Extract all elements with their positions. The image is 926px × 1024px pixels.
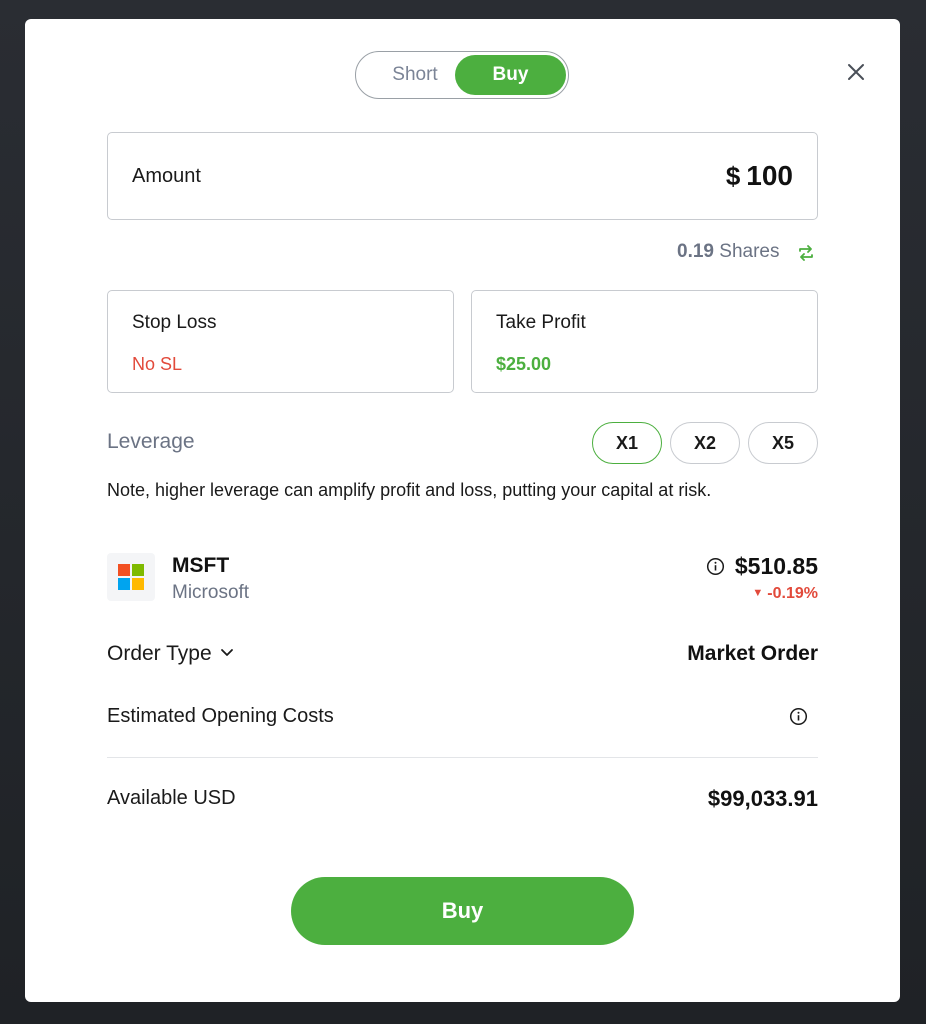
amount-label: Amount: [132, 165, 201, 187]
side-toggle: Short Buy: [355, 51, 569, 99]
leverage-x2-button[interactable]: X2: [670, 422, 740, 464]
leverage-x1-button[interactable]: X1: [592, 422, 662, 464]
trade-modal: Short Buy Amount $100 0.19 Shares Stop L…: [25, 19, 900, 1002]
company-name: Microsoft: [172, 582, 250, 603]
stop-loss-title: Stop Loss: [132, 312, 217, 333]
leverage-label: Leverage: [107, 430, 195, 453]
swap-icon[interactable]: [796, 243, 816, 263]
shares-unit: Shares: [719, 241, 780, 262]
close-icon[interactable]: [845, 61, 867, 83]
take-profit-value: $25.00: [496, 354, 552, 374]
buy-button[interactable]: Buy: [291, 877, 634, 945]
amount-field[interactable]: Amount $100: [107, 132, 818, 220]
price-change-value: -0.19%: [767, 585, 818, 602]
available-label: Available USD: [107, 787, 236, 809]
amount-value[interactable]: $100: [726, 160, 793, 192]
take-profit-card[interactable]: Take Profit $25.00: [471, 290, 818, 393]
estimated-costs-label: Estimated Opening Costs: [107, 705, 334, 727]
order-type-dropdown[interactable]: Order Type: [107, 642, 234, 666]
short-tab[interactable]: Short: [370, 55, 460, 95]
chevron-down-icon: [220, 649, 233, 656]
leverage-note: Note, higher leverage can amplify profit…: [107, 480, 712, 500]
instrument-price: $510.85: [734, 553, 818, 579]
stop-loss-value: No SL: [132, 354, 183, 374]
order-type-label: Order Type: [107, 642, 212, 665]
amount-number: 100: [746, 160, 793, 191]
currency-symbol: $: [725, 161, 741, 191]
info-icon[interactable]: [789, 707, 808, 726]
microsoft-logo: [107, 553, 155, 601]
info-icon[interactable]: [706, 557, 725, 576]
leverage-x5-button[interactable]: X5: [748, 422, 818, 464]
stop-loss-card[interactable]: Stop Loss No SL: [107, 290, 454, 393]
buy-tab[interactable]: Buy: [455, 55, 566, 95]
available-value: $99,033.91: [707, 786, 818, 811]
ticker-symbol: MSFT: [172, 554, 230, 577]
shares-value: 0.19: [677, 241, 714, 262]
divider: [107, 757, 818, 758]
down-arrow-icon: ▼: [752, 587, 764, 599]
shares-readout: 0.19 Shares: [677, 241, 779, 263]
order-type-value: Market Order: [687, 642, 818, 665]
price-change: ▼ -0.19%: [752, 585, 818, 603]
take-profit-title: Take Profit: [496, 312, 586, 333]
